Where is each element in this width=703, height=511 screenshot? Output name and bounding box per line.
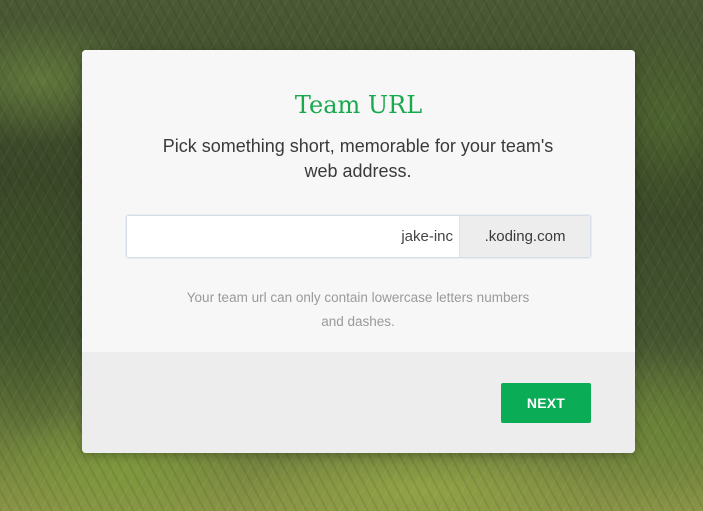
url-hint-text: Your team url can only contain lowercase… xyxy=(186,290,530,329)
modal-title: Team URL xyxy=(294,91,423,119)
modal-subtitle: Pick something short, memorable for your… xyxy=(162,136,554,181)
team-url-modal: Team URL Pick something short, memorable… xyxy=(82,50,635,453)
next-button[interactable]: NEXT xyxy=(501,383,591,423)
modal-body: Team URL Pick something short, memorable… xyxy=(82,50,635,352)
url-domain-suffix: .koding.com xyxy=(460,216,590,257)
team-url-input[interactable] xyxy=(127,216,460,257)
modal-footer: NEXT xyxy=(82,352,635,453)
team-url-field: .koding.com xyxy=(126,215,591,258)
